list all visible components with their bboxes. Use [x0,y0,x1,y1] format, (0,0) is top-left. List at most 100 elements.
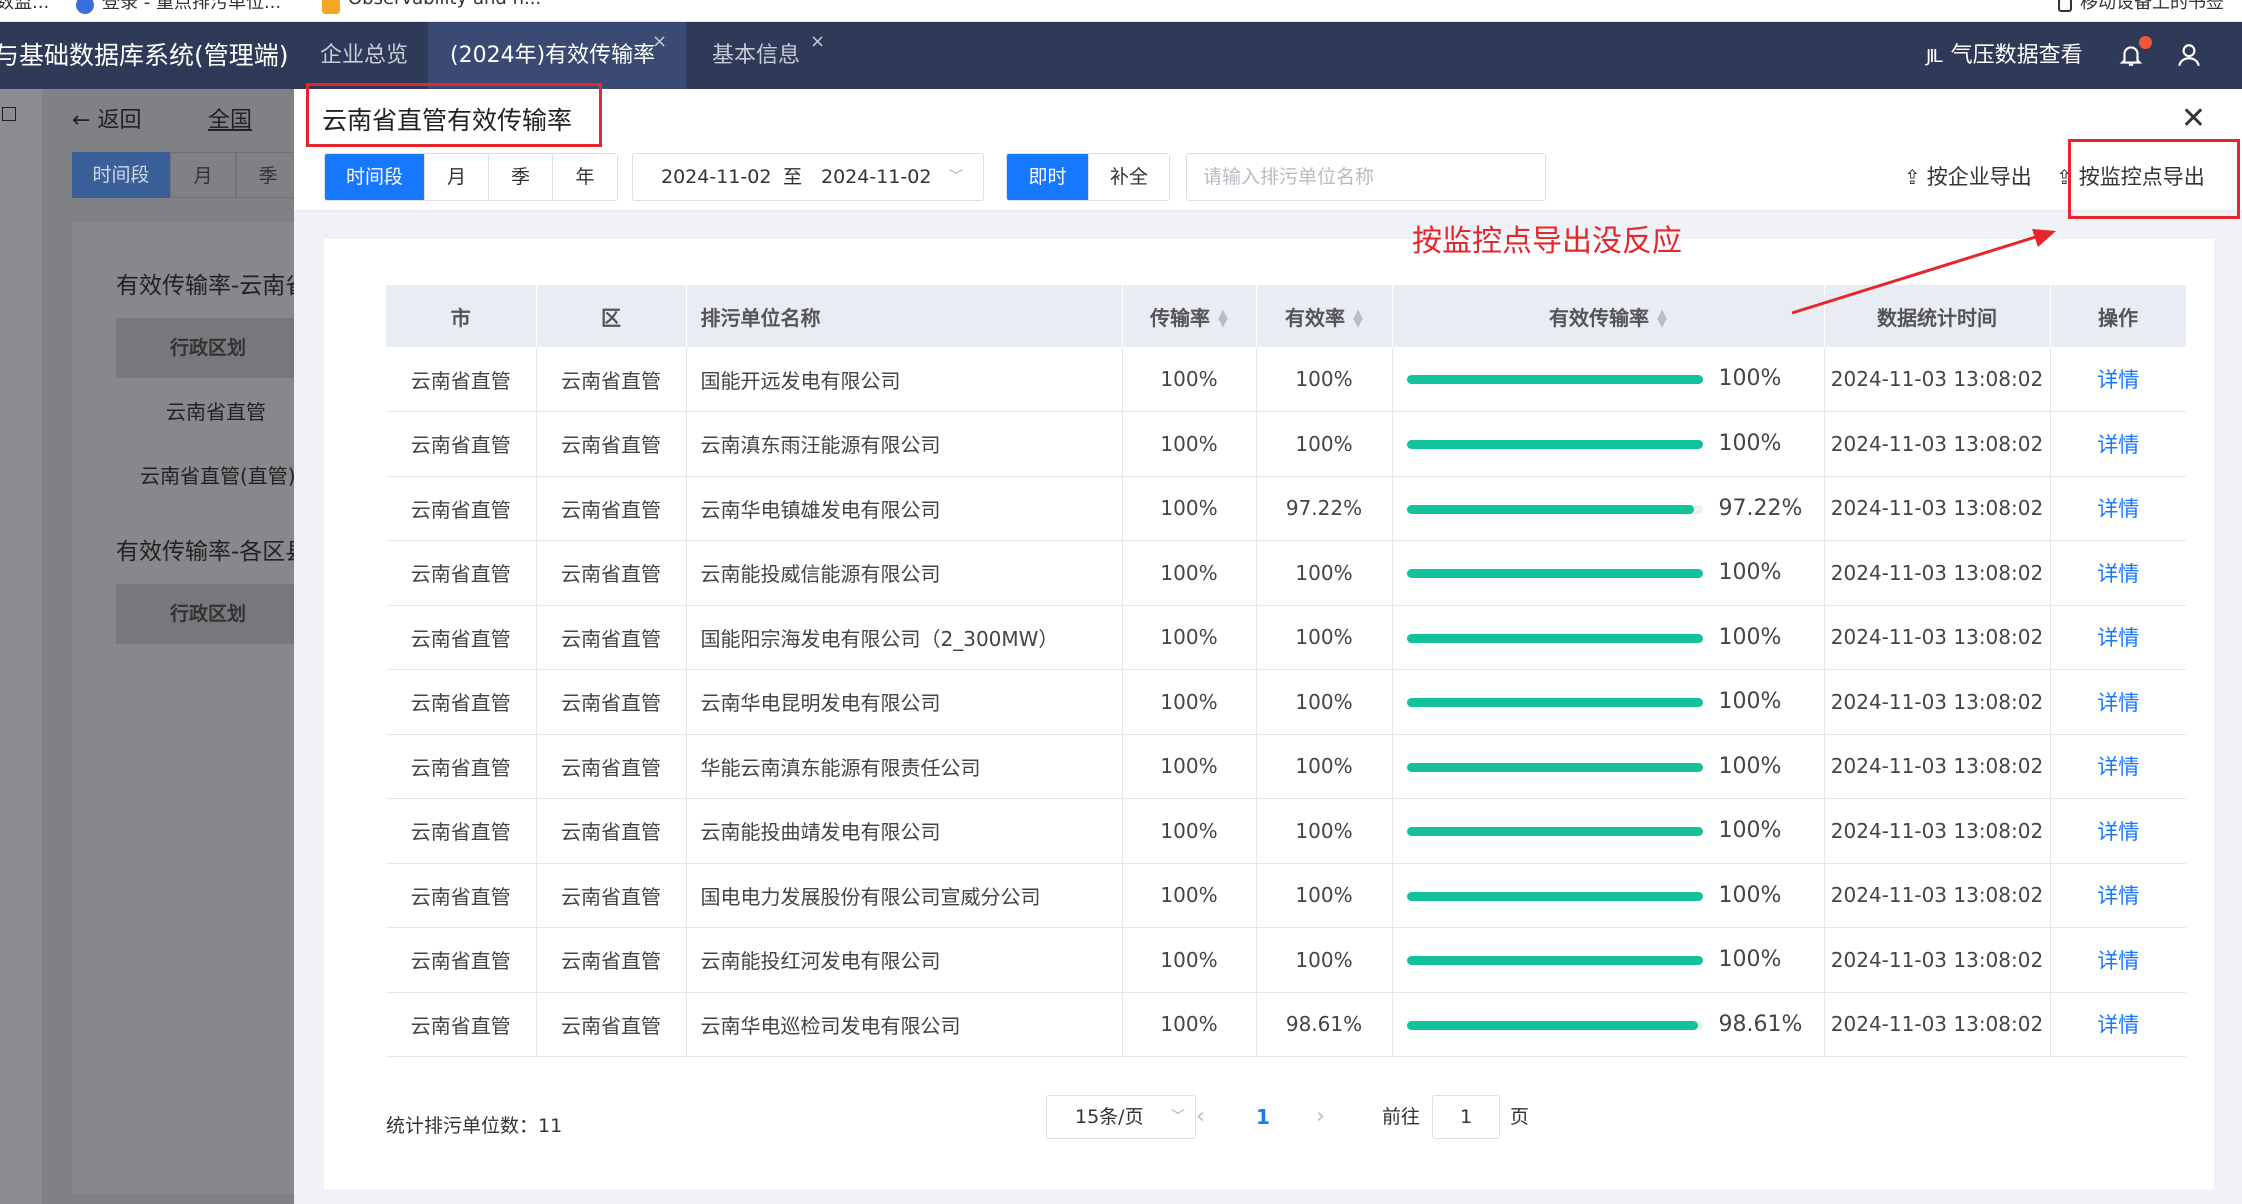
cell-effective-rate: 100% [1392,347,1825,412]
cell-stat-time: 2024-11-03 13:08:02 [1824,927,2051,993]
cell-action: 详情 [2050,734,2186,799]
sort-icon[interactable]: ▲ ▼ [1353,308,1363,329]
cell-district: 云南省直管 [536,605,687,670]
cell-effective-rate: 100% [1392,927,1825,993]
close-icon[interactable]: × [652,8,667,75]
detail-link[interactable]: 详情 [2097,368,2139,392]
tab-complete[interactable]: 补全 [1089,154,1169,200]
cell-company-name: 云南能投红河发电有限公司 [686,927,1123,993]
cell-stat-time: 2024-11-03 13:08:02 [1824,669,2051,735]
bookmark-item[interactable]: 登录 - 重点排污单位... [76,0,281,15]
bg-tab-month: 月 [170,152,236,198]
detail-link[interactable]: 详情 [2097,1013,2139,1037]
breadcrumb[interactable]: 全国 [208,102,252,134]
detail-link[interactable]: 详情 [2097,949,2139,973]
progress-label: 100% [1718,431,1782,456]
close-icon[interactable]: ✕ [2181,101,2206,136]
goto-prefix: 前往 [1382,1106,1421,1128]
browser-bookmark-bar: 数监... 登录 - 重点排污单位... Observability and n… [0,0,2242,22]
pressure-data-button[interactable]: JIL 气压数据查看 [1926,22,2083,89]
goto-page-input[interactable] [1432,1095,1500,1139]
cell-stat-time: 2024-11-03 13:08:02 [1824,347,2051,412]
detail-link[interactable]: 详情 [2097,562,2139,586]
cell-action: 详情 [2050,992,2186,1057]
table-row: 云南省直管 云南省直管 云南华电昆明发电有限公司 100% 100% 100% 2024-1… [386,669,2186,735]
progress-label: 100% [1718,947,1782,972]
table-card: 市 区 排污单位名称 传输率 ▲ ▼ 有效率 ▲ ▼ 有效传输率 ▲ ▼ 数据统计时间 操作… [324,239,2214,1189]
cell-stat-time: 2024-11-03 13:08:02 [1824,540,2051,606]
cell-effective-rate: 100% [1392,411,1825,477]
cell-company-name: 云南华电镇雄发电有限公司 [686,476,1123,541]
cell-company-name: 云南华电昆明发电有限公司 [686,669,1123,735]
cell-city: 云南省直管 [386,798,537,864]
date-range-picker[interactable]: 2024-11-02 至 2024-11-02 ﹀ [632,153,984,201]
cell-validity-rate: 100% [1256,605,1393,670]
export-by-company-button[interactable]: ⇪ 按企业导出 [1904,153,2032,201]
detail-link[interactable]: 详情 [2097,626,2139,650]
progress-fill [1406,698,1703,707]
progress-track [1406,569,1703,578]
cell-company-name: 云南能投威信能源有限公司 [686,540,1123,606]
search-input[interactable] [1186,153,1546,201]
app-header: 与基础数据库系统(管理端) 企业总览 (2024年)有效传输率 × 基本信息 ×… [0,22,2242,89]
background-sidebar [0,89,42,1204]
detail-link[interactable]: 详情 [2097,820,2139,844]
cell-effective-rate: 100% [1392,734,1825,799]
cell-company-name: 国电电力发展股份有限公司宣威分公司 [686,863,1123,928]
cell-company-name: 云南能投曲靖发电有限公司 [686,798,1123,864]
arrow-left-icon: ← [72,108,91,133]
cell-transmission-rate: 100% [1122,863,1257,928]
tab-month[interactable]: 月 [425,154,489,200]
detail-link[interactable]: 详情 [2097,691,2139,715]
cell-action: 详情 [2050,863,2186,928]
next-page-icon[interactable]: › [1316,1095,1325,1139]
cell-city: 云南省直管 [386,476,537,541]
cell-district: 云南省直管 [536,863,687,928]
cell-district: 云南省直管 [536,411,687,477]
page-number-current[interactable]: 1 [1256,1095,1270,1139]
back-button[interactable]: ← 返回 [72,102,141,134]
bookmark-item[interactable]: 移动设备上的书签 [2058,0,2224,15]
detail-link[interactable]: 详情 [2097,755,2139,779]
cell-action: 详情 [2050,669,2186,735]
cell-transmission-rate: 100% [1122,992,1257,1057]
tab-basic-info[interactable]: 基本信息 × [690,22,850,89]
detail-link[interactable]: 详情 [2097,884,2139,908]
detail-link[interactable]: 详情 [2097,497,2139,521]
sort-icon[interactable]: ▲ ▼ [1657,308,1667,329]
table-row: 云南省直管 云南省直管 国能开远发电有限公司 100% 100% 100% 2024-11-… [386,347,2186,412]
column-header-validity[interactable]: 有效率 ▲ ▼ [1256,285,1393,347]
tab-period[interactable]: 时间段 [325,154,425,200]
close-icon[interactable]: × [810,8,825,75]
total-count: 统计排污单位数：11 [386,1115,563,1137]
progress-fill [1406,569,1703,578]
page-size-select[interactable]: 15条/页 ﹀ [1046,1095,1196,1139]
cell-validity-rate: 100% [1256,411,1393,477]
cell-effective-rate: 100% [1392,540,1825,606]
cell-company-name: 华能云南滇东能源有限责任公司 [686,734,1123,799]
detail-link[interactable]: 详情 [2097,433,2139,457]
cell-effective-rate: 100% [1392,798,1825,864]
progress-label: 100% [1718,366,1782,391]
progress-label: 100% [1718,753,1782,779]
sort-icon[interactable]: ▲ ▼ [1218,308,1228,329]
column-header: 区 [536,285,687,347]
cell-action: 详情 [2050,347,2186,412]
prev-page-icon[interactable]: ‹ [1196,1095,1205,1139]
progress-track [1406,440,1703,449]
cell-validity-rate: 100% [1256,669,1393,735]
column-header-transmission[interactable]: 传输率 ▲ ▼ [1122,285,1257,347]
tab-effective-transmission[interactable]: (2024年)有效传输率 × [428,22,686,89]
folder-icon [2058,0,2072,12]
user-icon[interactable] [2176,42,2202,68]
upload-icon: ⇪ [1904,165,1921,189]
tab-year[interactable]: 年 [553,154,617,200]
annotation-text: 按监控点导出没反应 [1412,224,1682,259]
column-header-effective[interactable]: 有效传输率 ▲ ▼ [1392,285,1825,347]
cell-company-name: 云南华电巡检司发电有限公司 [686,992,1123,1057]
bookmark-item[interactable]: Observability and n... [322,0,541,15]
tab-realtime[interactable]: 即时 [1007,154,1089,200]
cell-action: 详情 [2050,927,2186,993]
cell-transmission-rate: 100% [1122,605,1257,670]
tab-quarter[interactable]: 季 [489,154,553,200]
